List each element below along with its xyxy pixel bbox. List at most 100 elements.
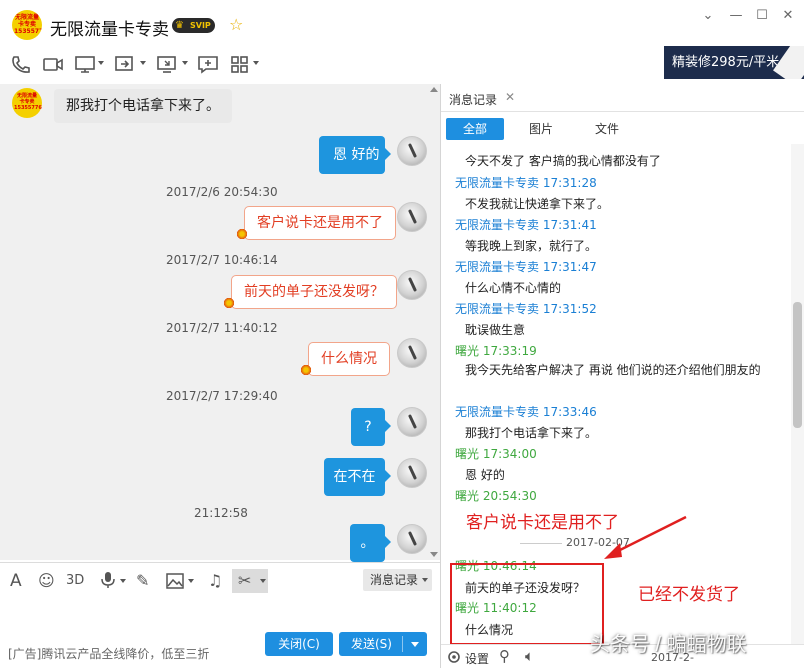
chevron-down-icon[interactable] [182, 61, 188, 65]
history-message: 耽误做生意 [465, 323, 526, 337]
star-icon[interactable]: ☆ [229, 16, 243, 34]
bubble-flower-icon [236, 228, 248, 240]
minimize-button[interactable]: — [728, 8, 744, 24]
phone-icon[interactable] [10, 54, 32, 74]
incoming-message: 那我打个电话拿下来了。 [54, 89, 232, 123]
scroll-down-icon[interactable] [430, 552, 438, 557]
message-plus-icon[interactable] [197, 54, 219, 74]
speaker-icon[interactable]: 🔈︎ [525, 647, 534, 665]
send-button[interactable]: 发送(S) [339, 632, 427, 656]
chevron-down-icon[interactable] [411, 642, 419, 647]
history-sender: 无限流量卡专卖 17:33:46 [455, 405, 597, 419]
history-scroll-thumb[interactable] [793, 302, 802, 428]
history-message: 今天不发了 客户搞的我心情都没有了 [465, 154, 661, 168]
annotation-arrow-icon [604, 515, 687, 559]
outgoing-message: 在不在 [324, 458, 391, 496]
scroll-up-icon[interactable] [430, 87, 438, 92]
history-message: 不发我就让快递拿下来了。 [465, 197, 610, 211]
my-avatar[interactable] [397, 136, 427, 166]
message-timestamp: 2017/2/7 10:46:14 [166, 253, 278, 267]
filter-images[interactable]: 图片 [516, 118, 566, 140]
history-sender: 无限流量卡专卖 17:31:52 [455, 302, 597, 316]
font-icon[interactable]: A [10, 571, 22, 591]
history-message: 什么心情不心情的 [465, 281, 562, 295]
chevron-down-icon[interactable] [260, 579, 266, 583]
outgoing-message: 。 [350, 524, 391, 562]
chevron-down-icon[interactable] [120, 579, 126, 583]
chevron-down-icon[interactable] [253, 61, 259, 65]
3d-emoji-icon[interactable]: 3D [66, 571, 84, 591]
message-timestamp: 2017/2/6 20:54:30 [166, 185, 278, 199]
avatar-logo-text: 无限流量 卡专卖 15355776 [14, 93, 42, 111]
search-icon[interactable]: ⚲ [499, 647, 510, 665]
contact-avatar-small[interactable]: 无限流量 卡专卖 15355776 [12, 88, 42, 118]
history-sender: 无限流量卡专卖 17:31:47 [455, 260, 597, 274]
message-timestamp: 21:12:58 [194, 506, 248, 520]
pen-icon[interactable]: ✎ [136, 571, 149, 591]
chat-scrollbar[interactable] [427, 84, 440, 560]
avatar-logo-text: 无限流量 卡专卖 15355776 [14, 14, 42, 35]
window-title: 无限流量卡专卖 [50, 20, 169, 39]
microphone-icon[interactable] [100, 571, 116, 589]
apps-grid-icon[interactable] [229, 54, 251, 74]
filter-all[interactable]: 全部 [446, 118, 504, 140]
history-sender: 曙光 20:54:30 [455, 489, 537, 503]
input-toolbar: A ☺ 3D ✎ ♫ ✂ 消息记录 [0, 562, 440, 598]
skin-icon[interactable]: ⌄ [700, 8, 716, 24]
emoji-icon[interactable]: ☺ [38, 571, 55, 591]
history-message: 那我打个电话拿下来了。 [465, 426, 598, 440]
my-avatar[interactable] [397, 524, 427, 554]
bubble-flower-icon [223, 297, 235, 309]
contact-avatar[interactable]: 无限流量 卡专卖 15355776 [12, 10, 42, 40]
history-sender: 曙光 17:34:00 [455, 447, 537, 461]
history-sender: 无限流量卡专卖 17:31:28 [455, 176, 597, 190]
video-call-icon[interactable] [42, 54, 64, 74]
chevron-down-icon [422, 578, 429, 582]
screenshot-button[interactable]: ✂ [232, 569, 268, 593]
my-avatar[interactable] [397, 270, 427, 300]
my-avatar[interactable] [397, 407, 427, 437]
watermark: 头条号 / 蝙蝠物联 [590, 634, 747, 656]
ad-banner[interactable]: 精装修298元/平米 [664, 46, 804, 79]
svip-badge[interactable]: ♛ SVIP [172, 18, 215, 33]
annotation-upper: 客户说卡还是用不了 [466, 513, 619, 532]
history-message: 我今天先给客户解决了 再说 他们说的还介绍他们朋友的 [465, 363, 761, 377]
chevron-down-icon[interactable] [188, 579, 194, 583]
my-avatar[interactable] [397, 338, 427, 368]
svip-label: SVIP [190, 21, 211, 30]
outgoing-message: ? [351, 408, 391, 446]
settings-icon[interactable] [447, 650, 461, 664]
chevron-down-icon[interactable] [140, 61, 146, 65]
message-timestamp: 2017/2/7 17:29:40 [166, 389, 278, 403]
close-icon[interactable]: ✕ [505, 90, 515, 104]
settings-label[interactable]: 设置 [465, 650, 489, 667]
outgoing-message: 恩 好的 [319, 136, 391, 174]
screen-share-icon[interactable] [74, 54, 96, 74]
history-sender: 无限流量卡专卖 17:31:41 [455, 218, 597, 232]
remote-desktop-icon[interactable] [156, 54, 178, 74]
close-window-button[interactable]: ✕ [780, 8, 796, 24]
history-sender: 曙光 17:33:19 [455, 344, 537, 358]
my-avatar[interactable] [397, 458, 427, 488]
maximize-button[interactable]: ☐ [754, 8, 770, 24]
tab-message-history[interactable]: 消息记录 [449, 91, 497, 108]
annotation-highlight-box [450, 563, 604, 645]
transfer-file-icon[interactable] [114, 54, 136, 74]
history-message: 恩 好的 [465, 468, 505, 482]
footer-ad-link[interactable]: [广告]腾讯云产品全线降价，低至三折 [8, 645, 209, 662]
my-avatar[interactable] [397, 202, 427, 232]
history-scrollbar[interactable] [791, 144, 804, 644]
send-button-divider [402, 636, 403, 652]
outgoing-message: 什么情况 [308, 342, 390, 376]
image-icon[interactable] [166, 573, 184, 589]
music-icon[interactable]: ♫ [208, 571, 222, 591]
filter-files[interactable]: 文件 [582, 118, 632, 140]
crown-icon: ♛ [175, 20, 184, 31]
message-history-button[interactable]: 消息记录 [363, 569, 433, 591]
close-button[interactable]: 关闭(C) [265, 632, 333, 656]
history-tab-bar: 消息记录 ✕ [441, 84, 804, 112]
message-timestamp: 2017/2/7 11:40:12 [166, 321, 278, 335]
chevron-down-icon[interactable] [98, 61, 104, 65]
annotation-lower: 已经不发货了 [638, 585, 740, 604]
bubble-flower-icon [300, 364, 312, 376]
